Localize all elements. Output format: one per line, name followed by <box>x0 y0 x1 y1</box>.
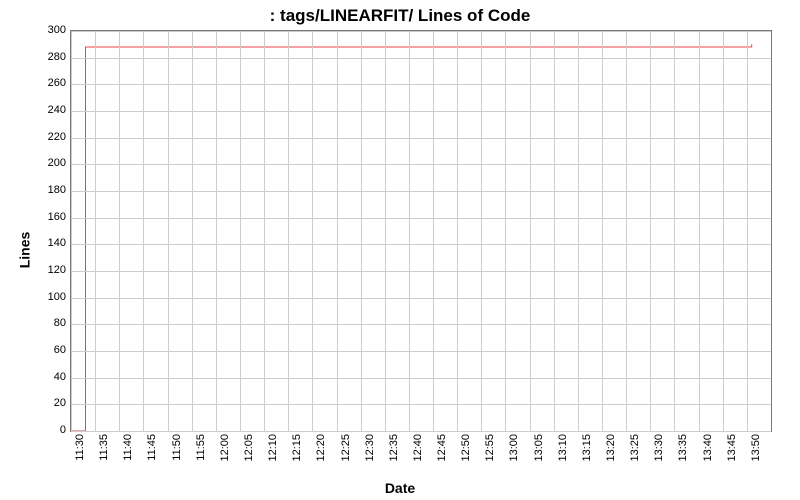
x-tick-label: 12:05 <box>243 434 255 462</box>
y-tick-label: 140 <box>36 237 66 249</box>
y-tick-label: 100 <box>36 291 66 303</box>
x-tick-label: 13:15 <box>581 434 593 462</box>
x-tick-label: 11:45 <box>146 434 158 461</box>
gridline-v <box>264 31 265 431</box>
gridline-h <box>71 271 771 272</box>
y-tick-label: 0 <box>36 424 66 436</box>
x-tick-label: 13:20 <box>605 434 617 462</box>
gridline-h <box>71 378 771 379</box>
gridline-h <box>71 84 771 85</box>
gridline-v <box>723 31 724 431</box>
gridline-v <box>168 31 169 431</box>
gridline-v <box>530 31 531 431</box>
y-tick-label: 20 <box>36 397 66 409</box>
gridline-v <box>288 31 289 431</box>
x-tick-label: 12:10 <box>267 434 279 462</box>
loc-chart: : tags/LINEARFIT/ Lines of Code Lines Da… <box>0 0 800 500</box>
chart-title: : tags/LINEARFIT/ Lines of Code <box>0 6 800 26</box>
gridline-v <box>119 31 120 431</box>
gridline-h <box>71 111 771 112</box>
gridline-v <box>409 31 410 431</box>
x-tick-label: 12:50 <box>460 434 472 462</box>
y-tick-label: 60 <box>36 344 66 356</box>
x-tick-label: 11:35 <box>98 434 110 461</box>
x-tick-label: 12:30 <box>364 434 376 462</box>
gridline-h <box>71 138 771 139</box>
gridline-v <box>192 31 193 431</box>
y-tick-label: 200 <box>36 157 66 169</box>
x-tick-label: 13:00 <box>508 434 520 462</box>
x-tick-label: 11:55 <box>195 434 207 461</box>
y-tick-label: 300 <box>36 24 66 36</box>
y-axis-label: Lines <box>16 232 32 269</box>
gridline-v <box>71 31 72 431</box>
gridline-h <box>71 324 771 325</box>
x-tick-label: 13:10 <box>557 434 569 462</box>
gridline-v <box>361 31 362 431</box>
gridline-h <box>71 244 771 245</box>
x-tick-label: 13:25 <box>629 434 641 462</box>
gridline-v <box>626 31 627 431</box>
x-tick-label: 12:00 <box>219 434 231 462</box>
y-tick-label: 180 <box>36 184 66 196</box>
gridline-h <box>71 164 771 165</box>
gridline-v <box>95 31 96 431</box>
y-tick-label: 160 <box>36 211 66 223</box>
gridline-v <box>554 31 555 431</box>
x-axis-label: Date <box>0 480 800 496</box>
gridline-v <box>505 31 506 431</box>
gridline-h <box>71 31 771 32</box>
y-tick-label: 40 <box>36 371 66 383</box>
x-tick-label: 12:35 <box>388 434 400 462</box>
x-tick-label: 13:40 <box>702 434 714 462</box>
y-tick-label: 80 <box>36 317 66 329</box>
gridline-h <box>71 298 771 299</box>
gridline-v <box>457 31 458 431</box>
x-tick-label: 11:40 <box>122 434 134 461</box>
x-tick-label: 12:45 <box>436 434 448 462</box>
y-tick-label: 280 <box>36 51 66 63</box>
gridline-h <box>71 218 771 219</box>
plot-area <box>70 30 772 432</box>
gridline-h <box>71 58 771 59</box>
gridline-v <box>385 31 386 431</box>
gridline-v <box>699 31 700 431</box>
gridline-v <box>747 31 748 431</box>
gridline-h <box>71 351 771 352</box>
y-tick-label: 120 <box>36 264 66 276</box>
gridline-h <box>71 404 771 405</box>
data-line <box>71 31 771 431</box>
gridline-v <box>481 31 482 431</box>
y-tick-label: 240 <box>36 104 66 116</box>
x-tick-label: 12:40 <box>412 434 424 462</box>
gridline-v <box>143 31 144 431</box>
gridline-v <box>674 31 675 431</box>
x-tick-label: 11:50 <box>171 434 183 461</box>
gridline-v <box>650 31 651 431</box>
gridline-v <box>240 31 241 431</box>
y-tick-label: 260 <box>36 77 66 89</box>
x-tick-label: 11:30 <box>74 434 86 461</box>
x-tick-label: 13:35 <box>677 434 689 462</box>
x-tick-label: 12:25 <box>340 434 352 462</box>
gridline-v <box>312 31 313 431</box>
gridline-v <box>578 31 579 431</box>
x-tick-label: 13:50 <box>750 434 762 462</box>
gridline-v <box>433 31 434 431</box>
gridline-v <box>337 31 338 431</box>
y-tick-label: 220 <box>36 131 66 143</box>
x-tick-label: 12:20 <box>315 434 327 462</box>
gridline-v <box>216 31 217 431</box>
gridline-h <box>71 431 771 432</box>
x-tick-label: 13:05 <box>533 434 545 462</box>
gridline-v <box>602 31 603 431</box>
gridline-h <box>71 191 771 192</box>
x-tick-label: 13:45 <box>726 434 738 462</box>
x-tick-label: 12:55 <box>484 434 496 462</box>
x-tick-label: 13:30 <box>653 434 665 462</box>
x-tick-label: 12:15 <box>291 434 303 462</box>
